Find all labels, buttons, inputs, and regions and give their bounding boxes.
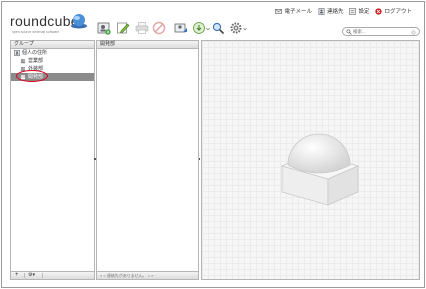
contacts-footer: « < 連絡先がありません。 > » bbox=[97, 271, 198, 279]
footer-divider bbox=[24, 273, 25, 278]
group-menu-button[interactable]: ⚙▾ bbox=[28, 272, 35, 279]
group-label: 営業部 bbox=[28, 58, 44, 64]
delete-icon bbox=[152, 21, 166, 35]
pager-status[interactable]: « < 連絡先がありません。 > » bbox=[100, 272, 153, 279]
import-button[interactable] bbox=[191, 20, 207, 36]
globe-icon bbox=[71, 14, 87, 29]
groups-pane: グループ 個人の住所 営業部 外装部 開発部 + ⚙▾ bbox=[10, 40, 95, 280]
highlight-annotation bbox=[16, 70, 48, 82]
search-input[interactable] bbox=[353, 29, 411, 34]
more-button[interactable] bbox=[228, 20, 244, 36]
nav-logout[interactable]: ログアウト bbox=[375, 7, 412, 15]
nav-mail-label: 電子メール bbox=[284, 9, 312, 15]
top-navigation: 電子メール 連絡先 設定 ログアウト bbox=[275, 6, 412, 16]
add-contact-icon bbox=[97, 22, 111, 35]
print-icon bbox=[135, 22, 149, 34]
chevron-down-icon[interactable] bbox=[243, 27, 247, 31]
group-item-sales[interactable]: 営業部 bbox=[11, 57, 94, 65]
print-button[interactable] bbox=[134, 20, 150, 36]
group-label: 個人の住所 bbox=[22, 50, 48, 56]
nav-addressbook-label: 連絡先 bbox=[326, 9, 344, 15]
logo-text: roundcube bbox=[10, 13, 79, 29]
roundcube-watermark-icon bbox=[280, 133, 360, 206]
search-options-button[interactable] bbox=[210, 20, 226, 36]
groups-footer: + ⚙▾ bbox=[11, 271, 94, 279]
search-box bbox=[342, 27, 420, 36]
contacts-pane: 開発部 « < 連絡先がありません。 > » bbox=[96, 40, 199, 280]
footer-divider bbox=[42, 273, 43, 278]
group-icon bbox=[20, 59, 26, 64]
logout-icon bbox=[375, 7, 383, 15]
search-icon[interactable] bbox=[346, 29, 352, 35]
addressbook-icon bbox=[14, 50, 20, 56]
addressbook-personal[interactable]: 個人の住所 bbox=[11, 49, 94, 57]
pencil-icon bbox=[117, 22, 130, 34]
magnifier-icon bbox=[212, 22, 225, 35]
import-icon bbox=[193, 22, 205, 34]
app-window: roundcube open source webmail software 電… bbox=[1, 1, 425, 288]
mail-icon bbox=[275, 8, 283, 14]
logo-tagline: open source webmail software bbox=[12, 30, 60, 34]
nav-settings-label: 設定 bbox=[358, 9, 370, 15]
nav-settings[interactable]: 設定 bbox=[349, 7, 369, 15]
nav-addressbook[interactable]: 連絡先 bbox=[318, 7, 344, 15]
contacts-header: 開発部 bbox=[97, 41, 198, 49]
roundcube-logo[interactable]: roundcube open source webmail software bbox=[10, 10, 90, 38]
gear-icon bbox=[230, 22, 242, 34]
nav-logout-label: ログアウト bbox=[384, 9, 412, 15]
contact-preview-pane bbox=[201, 40, 420, 280]
groups-header: グループ bbox=[11, 41, 94, 49]
compose-icon bbox=[174, 23, 187, 33]
delete-button[interactable] bbox=[151, 20, 167, 36]
compose-button[interactable] bbox=[173, 20, 189, 36]
clear-search-icon[interactable] bbox=[411, 29, 416, 35]
chevron-down-icon: ▾ bbox=[32, 272, 35, 278]
settings-icon bbox=[349, 7, 357, 15]
add-contact-button[interactable] bbox=[96, 20, 112, 36]
nav-mail[interactable]: 電子メール bbox=[275, 7, 312, 15]
addressbook-icon bbox=[318, 7, 325, 15]
main-toolbar bbox=[96, 20, 256, 38]
add-group-button[interactable]: + bbox=[15, 272, 19, 279]
edit-contact-button[interactable] bbox=[115, 20, 131, 36]
